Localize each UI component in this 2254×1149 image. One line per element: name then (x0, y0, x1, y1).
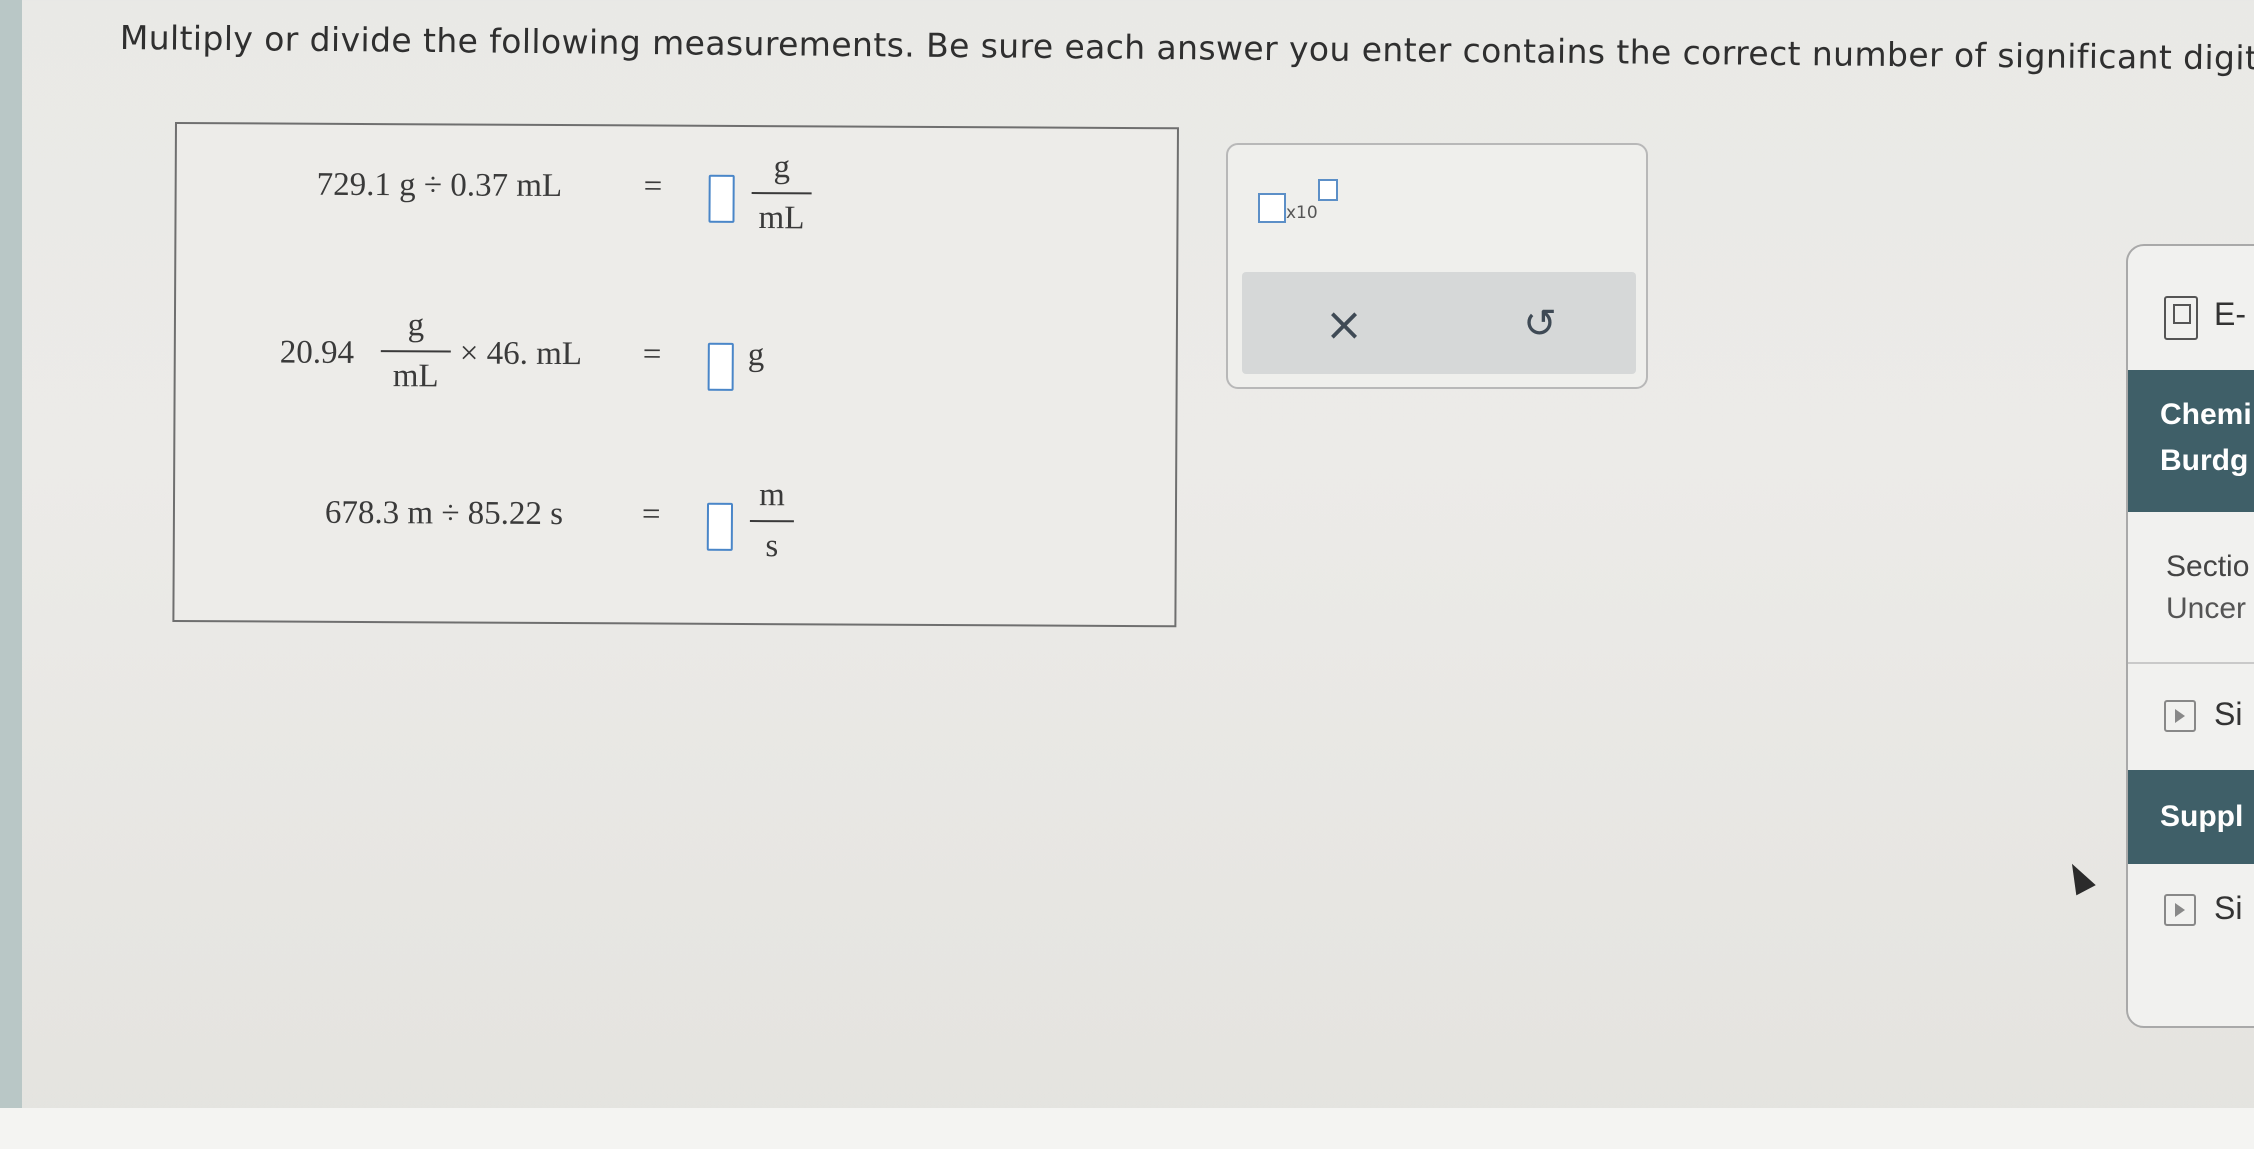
video-link-1-label: Si (2214, 696, 2243, 732)
close-icon: × (1324, 297, 1364, 351)
problem-2-equals: = (642, 336, 662, 373)
problem-3-answer-input[interactable] (706, 502, 734, 551)
book-title-line-2: Burdg (2160, 444, 2249, 477)
ebook-link[interactable]: E- (2164, 294, 2254, 344)
problem-2-answer-input[interactable] (707, 342, 734, 391)
left-edge-strip (0, 0, 22, 1110)
problem-3-equals: = (641, 496, 661, 533)
clear-button[interactable]: × (1314, 294, 1374, 354)
problem-3-unit-denominator: s (765, 528, 779, 565)
mouse-cursor-icon (2062, 858, 2096, 896)
problem-box: 729.1 g ÷ 0.37 mL = g mL 20.94 g mL × 46… (172, 122, 1179, 628)
play-icon (2164, 894, 2196, 926)
supplement-label: Suppl (2160, 800, 2244, 833)
problem-1-equals: = (643, 168, 663, 205)
x10-label: x10 (1286, 203, 1318, 223)
scientific-notation-button[interactable]: x10 (1258, 179, 1338, 229)
problem-1-unit-numerator: g (773, 149, 791, 186)
problem-1-expression: 729.1 g ÷ 0.37 mL (316, 166, 563, 205)
section-title: Sectio Uncer (2166, 546, 2249, 630)
ebook-label: E- (2214, 296, 2246, 332)
fraction-bar (749, 520, 794, 523)
section-title-line-1: Sectio (2166, 550, 2250, 583)
problem-2-multiplier: × 46. mL (459, 335, 583, 373)
book-title-block: Chemi Burdg (2128, 370, 2254, 512)
undo-icon: ↺ (1523, 301, 1557, 347)
problem-row-2: 20.94 g mL × 46. mL = g (175, 307, 1176, 425)
problem-row-3: 678.3 m ÷ 85.22 s = m s (175, 477, 1176, 585)
fraction-bar (751, 192, 812, 195)
math-tool-panel: x10 × ↺ (1226, 143, 1648, 389)
problem-2-lhs-numerator: g (407, 307, 425, 344)
video-link-2[interactable]: Si (2164, 890, 2254, 932)
instructions-text: Multiply or divide the following measure… (119, 18, 2254, 78)
book-title-line-1: Chemi (2160, 398, 2252, 431)
problem-3-unit-fraction: m s (749, 477, 794, 565)
problem-2-lhs-fraction: g mL (380, 307, 451, 395)
side-panel: E- Chemi Burdg Sectio Uncer Si Suppl Si (2126, 244, 2254, 1028)
bottom-edge-strip (0, 1108, 2254, 1149)
exponent-box-icon (1318, 179, 1338, 201)
problem-row-1: 729.1 g ÷ 0.37 mL = g mL (176, 149, 1177, 257)
problem-1-unit-fraction: g mL (751, 149, 812, 237)
action-bar: × ↺ (1242, 272, 1636, 374)
problem-2-lhs-denominator: mL (392, 358, 439, 395)
fraction-bar (380, 350, 451, 353)
supplement-header: Suppl (2128, 770, 2254, 864)
problem-1-answer-input[interactable] (708, 174, 735, 223)
problem-2-unit: g (747, 337, 765, 374)
problem-2-value: 20.94 (279, 334, 355, 371)
ebook-icon (2164, 296, 2198, 340)
divider (2128, 662, 2254, 664)
problem-3-unit-numerator: m (759, 477, 785, 514)
problem-3-expression: 678.3 m ÷ 85.22 s (324, 494, 564, 533)
video-link-2-label: Si (2214, 890, 2243, 926)
problem-1-unit-denominator: mL (758, 200, 805, 237)
section-title-line-2: Uncer (2166, 592, 2247, 625)
undo-button[interactable]: ↺ (1510, 294, 1570, 354)
coefficient-box-icon (1258, 193, 1286, 223)
play-icon (2164, 700, 2196, 732)
video-link-1[interactable]: Si (2164, 696, 2254, 738)
